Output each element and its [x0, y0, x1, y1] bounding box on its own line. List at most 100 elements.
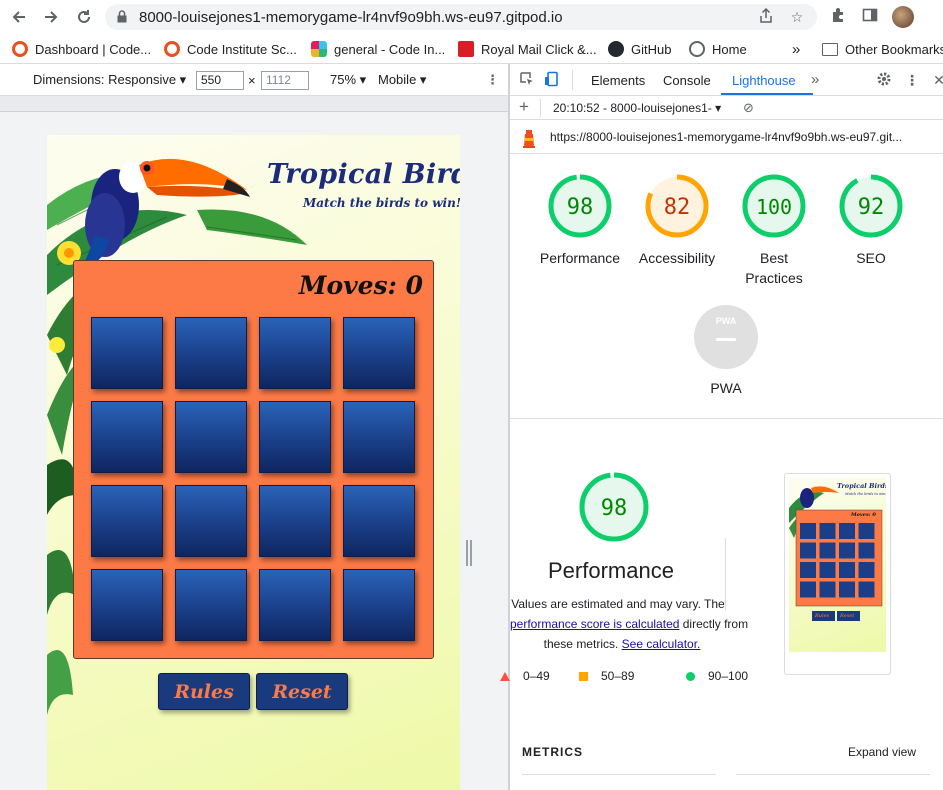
clear-reports-icon[interactable]: ⊘ [743, 100, 754, 116]
thumbnail-rules: Rules [815, 613, 830, 619]
section-separator [510, 418, 943, 419]
score-gauge-ring: 98 [548, 174, 612, 238]
share-icon[interactable] [757, 7, 775, 26]
metrics-divider-right [736, 774, 930, 775]
report-url: https://8000-louisejones1-memorygame-lr4… [550, 130, 903, 144]
score-label: Best Practices [745, 250, 803, 286]
bookmark-slack-general[interactable]: general - Code In... [311, 40, 445, 58]
settings-gear-icon[interactable] [875, 71, 893, 89]
game-page: Tropical Birds Match the birds to win! M… [47, 135, 460, 790]
score-calculated-link[interactable]: performance score is calculated [510, 617, 679, 631]
thumbnail-card [819, 562, 836, 578]
thumbnail-illustration [789, 486, 883, 621]
devtools-menu-icon[interactable]: ⋮ [903, 71, 921, 89]
reset-button[interactable]: Reset [256, 673, 348, 710]
new-report-icon[interactable]: + [519, 97, 529, 117]
memory-card[interactable] [343, 317, 415, 389]
legend-fail: 0–49 [500, 669, 550, 683]
device-toggle-icon[interactable] [543, 71, 561, 89]
memory-card[interactable] [259, 569, 331, 641]
memory-card[interactable] [175, 401, 247, 473]
bookmark-code-institute[interactable]: Code Institute Sc... [164, 40, 297, 58]
performance-heading: Performance [548, 558, 674, 583]
close-devtools-icon[interactable]: ✕ [930, 71, 943, 89]
back-arrow-icon[interactable] [7, 5, 31, 29]
zoom-select[interactable]: 75% ▾ [330, 72, 366, 88]
average-square-icon [579, 672, 588, 682]
pwa-badge[interactable]: PWA [694, 305, 758, 369]
thumbnail-card [800, 581, 816, 598]
thumbnail-card [858, 581, 875, 598]
more-options-icon[interactable]: ⋮ [486, 72, 499, 88]
legend-average-range: 50–89 [601, 669, 635, 683]
memory-card[interactable] [91, 317, 163, 389]
legend-pass-range: 90–100 [708, 669, 749, 683]
thumbnail-page: Tropical Birds Match the birds to win! M… [789, 478, 886, 652]
memory-card[interactable] [259, 485, 331, 557]
thumbnail-card [858, 562, 875, 578]
memory-card[interactable] [343, 401, 415, 473]
memory-card[interactable] [343, 485, 415, 557]
tab-elements[interactable]: Elements [591, 73, 645, 88]
bookmark-royal-mail[interactable]: Royal Mail Click &... [458, 40, 597, 58]
score-value: 82 [664, 195, 691, 220]
memory-card[interactable] [259, 401, 331, 473]
times-sign: × [248, 73, 256, 88]
page-screenshot-thumbnail[interactable]: Tropical Birds Match the birds to win! M… [784, 473, 891, 675]
memory-card[interactable] [91, 569, 163, 641]
memory-card[interactable] [259, 317, 331, 389]
thumbnail-moves-label: Moves: [851, 512, 871, 518]
memory-card[interactable] [175, 485, 247, 557]
other-bookmarks[interactable]: Other Bookmarks [822, 40, 943, 58]
bookmark-dashboard[interactable]: Dashboard | Code... [12, 40, 151, 58]
legend-fail-range: 0–49 [523, 669, 550, 683]
see-calculator-link[interactable]: See calculator. [622, 637, 701, 651]
royal-mail-icon [458, 41, 474, 57]
legend-pass: 90–100 [686, 669, 748, 683]
reload-icon[interactable] [72, 5, 96, 29]
memory-card[interactable] [91, 485, 163, 557]
row-divider [540, 99, 541, 117]
score-value: 92 [858, 195, 885, 220]
tab-lighthouse[interactable]: Lighthouse [732, 73, 796, 88]
memory-card[interactable] [175, 569, 247, 641]
star-icon[interactable]: ☆ [788, 8, 806, 26]
thumbnail-card [858, 542, 875, 559]
github-icon [608, 41, 624, 57]
thumbnail-card [800, 523, 816, 539]
report-selector[interactable]: 20:10:52 - 8000-louisejones1- ▾ [553, 101, 721, 115]
more-bookmarks-button[interactable]: » [792, 40, 800, 58]
resize-grip[interactable] [466, 540, 472, 566]
forward-arrow-icon[interactable] [39, 5, 63, 29]
inspect-element-icon[interactable] [518, 71, 536, 89]
device-type-select[interactable]: Mobile ▾ [378, 72, 426, 88]
height-input[interactable]: 1112 [261, 71, 309, 90]
width-input[interactable]: 550 [196, 71, 244, 90]
memory-card[interactable] [343, 569, 415, 641]
memory-card[interactable] [91, 401, 163, 473]
more-tabs-button[interactable]: » [811, 71, 819, 88]
rules-button[interactable]: Rules [158, 673, 250, 710]
devtools-panel: Elements Console Lighthouse » ⋮ ✕ + 20:1… [500, 64, 943, 790]
thumbnail-card [819, 542, 836, 559]
expand-view-button[interactable]: Expand view [848, 745, 916, 759]
lighthouse-icon [523, 130, 535, 148]
bookmarks-bar: Dashboard | Code... Code Institute Sc...… [0, 34, 943, 64]
bookmark-github[interactable]: GitHub [608, 40, 671, 58]
thumbnail-moves-value: 0 [872, 512, 876, 518]
side-panel-icon[interactable] [860, 7, 880, 27]
score-label: Performance [539, 250, 621, 266]
address-bar[interactable]: 8000-louisejones1-memorygame-lr4nvf9o9bh… [105, 4, 817, 30]
bookmark-home[interactable]: Home [689, 40, 747, 58]
tab-console[interactable]: Console [663, 73, 711, 88]
thumbnail-card [839, 523, 855, 539]
globe-icon [689, 41, 705, 57]
perf-desc-line1: Values are estimated and may vary. The [511, 597, 725, 611]
profile-avatar[interactable] [892, 6, 914, 28]
legend-average: 50–89 [579, 669, 634, 683]
lighthouse-report-bar: + 20:10:52 - 8000-louisejones1- ▾ ⊘ [510, 96, 943, 120]
extensions-icon[interactable] [828, 7, 848, 27]
perf-desc-after-link: directly from [679, 617, 749, 631]
dimensions-select[interactable]: Dimensions: Responsive ▾ [33, 72, 186, 88]
memory-card[interactable] [175, 317, 247, 389]
